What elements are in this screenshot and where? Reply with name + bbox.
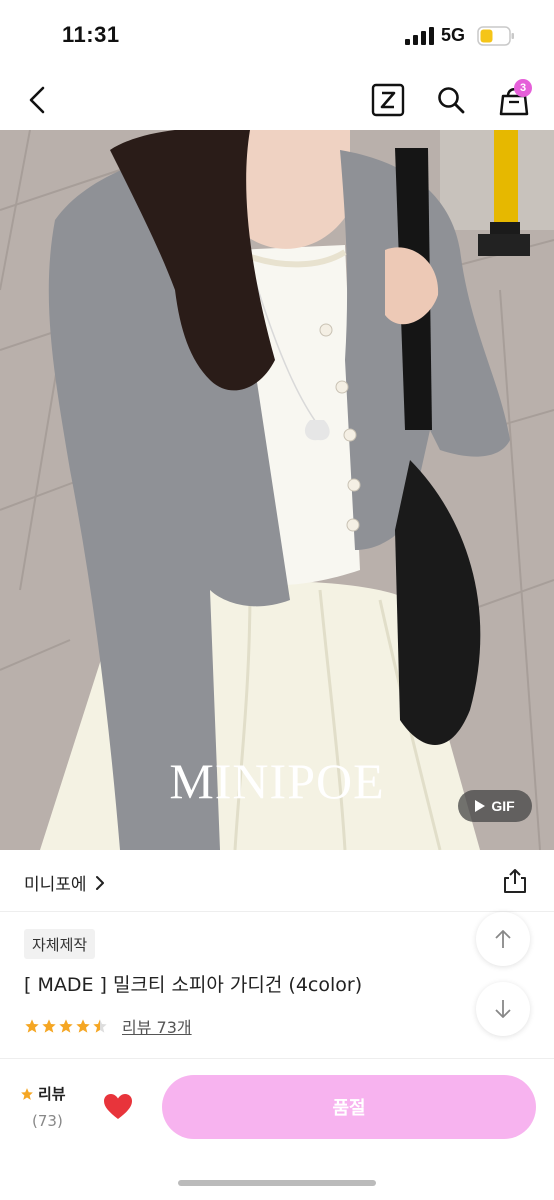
chevron-right-icon bbox=[95, 875, 104, 890]
battery-icon bbox=[477, 26, 514, 46]
home-indicator bbox=[178, 1180, 376, 1186]
star-icon bbox=[21, 1087, 33, 1100]
share-icon bbox=[504, 869, 526, 893]
heart-icon bbox=[104, 1094, 132, 1119]
product-tag: 자체제작 bbox=[24, 929, 96, 959]
back-button[interactable] bbox=[16, 78, 60, 122]
review-label: 리뷰 bbox=[38, 1085, 66, 1103]
store-name: 미니포에 bbox=[24, 875, 87, 895]
review-count: (73) bbox=[32, 1112, 63, 1130]
nav-bar: 3 bbox=[0, 70, 554, 130]
cart-count-badge: 3 bbox=[514, 79, 532, 97]
search-icon bbox=[438, 87, 465, 114]
status-time: 11:31 bbox=[62, 22, 120, 47]
scroll-down-button[interactable] bbox=[476, 982, 530, 1036]
zigzag-logo-icon bbox=[371, 83, 405, 117]
product-image[interactable]: MINIPOE bbox=[0, 130, 554, 850]
rating-stars bbox=[24, 1018, 108, 1034]
cart-button[interactable]: 3 bbox=[492, 78, 536, 122]
bottom-action-bar: 리뷰 (73) 품절 bbox=[0, 1058, 554, 1200]
arrow-up-icon bbox=[495, 930, 511, 948]
gif-label: GIF bbox=[491, 798, 515, 814]
review-link[interactable]: 리뷰 73개 bbox=[122, 1014, 192, 1038]
zigzag-button[interactable] bbox=[366, 78, 410, 122]
gif-badge[interactable]: GIF bbox=[458, 790, 532, 822]
star-icon bbox=[76, 1019, 90, 1033]
product-photo: MINIPOE bbox=[0, 130, 554, 850]
brand-watermark: MINIPOE bbox=[169, 753, 384, 809]
status-bar: 11:31 5G bbox=[0, 0, 554, 70]
store-link[interactable]: 미니포에 bbox=[24, 870, 105, 895]
arrow-down-icon bbox=[495, 1000, 511, 1018]
star-icon bbox=[25, 1019, 39, 1033]
play-icon bbox=[475, 800, 486, 812]
soldout-button[interactable]: 품절 bbox=[162, 1075, 536, 1139]
network-label: 5G bbox=[441, 25, 466, 45]
star-icon bbox=[42, 1019, 56, 1033]
star-half-icon bbox=[93, 1019, 107, 1033]
store-row: 미니포에 bbox=[0, 850, 554, 912]
share-button[interactable] bbox=[498, 864, 532, 898]
signal-icon bbox=[405, 27, 434, 45]
product-title: [ MADE ] 밀크티 소피아 가디건 (4color) bbox=[24, 974, 363, 996]
review-summary[interactable]: 리뷰 (73) bbox=[20, 1083, 90, 1130]
search-button[interactable] bbox=[429, 78, 473, 122]
chevron-left-icon bbox=[29, 86, 45, 114]
scroll-up-button[interactable] bbox=[476, 912, 530, 966]
wishlist-button[interactable] bbox=[100, 1089, 136, 1125]
rating-row: 리뷰 73개 bbox=[24, 1014, 192, 1038]
star-icon bbox=[59, 1019, 73, 1033]
